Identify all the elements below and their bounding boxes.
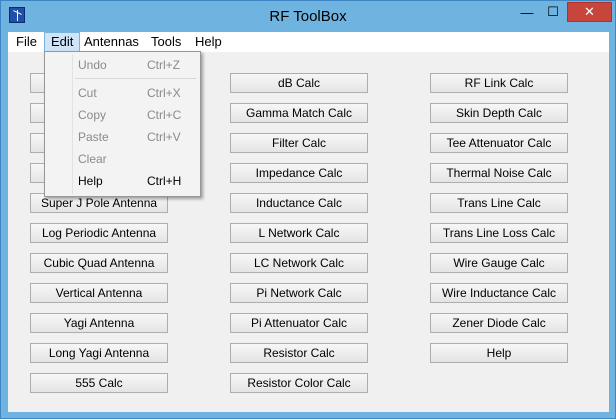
inductance-calc-button[interactable]: Inductance Calc	[230, 193, 368, 213]
tee-attenuator-calc-button[interactable]: Tee Attenuator Calc	[430, 133, 568, 153]
maximize-button[interactable]: ☐	[540, 2, 566, 22]
l-network-calc-button[interactable]: L Network Calc	[230, 223, 368, 243]
vertical-antenna-button[interactable]: Vertical Antenna	[30, 283, 168, 303]
menu-edit[interactable]: Edit	[44, 32, 81, 52]
long-yagi-antenna-button[interactable]: Long Yagi Antenna	[30, 343, 168, 363]
menu-antennas[interactable]: Antennas	[78, 32, 145, 52]
impedance-calc-button[interactable]: Impedance Calc	[230, 163, 368, 183]
filter-calc-button[interactable]: Filter Calc	[230, 133, 368, 153]
menu-separator	[75, 78, 196, 79]
pi-attenuator-calc-button[interactable]: Pi Attenuator Calc	[230, 313, 368, 333]
gamma-match-calc-button[interactable]: Gamma Match Calc	[230, 103, 368, 123]
db-calc-button[interactable]: dB Calc	[230, 73, 368, 93]
menu-item-copy[interactable]: Copy Ctrl+C	[47, 104, 198, 126]
yagi-antenna-button[interactable]: Yagi Antenna	[30, 313, 168, 333]
menu-item-cut[interactable]: Cut Ctrl+X	[47, 82, 198, 104]
thermal-noise-calc-button[interactable]: Thermal Noise Calc	[430, 163, 568, 183]
title-bar[interactable]: RF ToolBox — ☐ ✕	[1, 1, 615, 31]
skin-depth-calc-button[interactable]: Skin Depth Calc	[430, 103, 568, 123]
pi-network-calc-button[interactable]: Pi Network Calc	[230, 283, 368, 303]
resistor-color-calc-button[interactable]: Resistor Color Calc	[230, 373, 368, 393]
menu-item-clear[interactable]: Clear	[47, 148, 198, 170]
menu-help[interactable]: Help	[189, 32, 228, 52]
log-periodic-antenna-button[interactable]: Log Periodic Antenna	[30, 223, 168, 243]
555-calc-button[interactable]: 555 Calc	[30, 373, 168, 393]
wire-inductance-calc-button[interactable]: Wire Inductance Calc	[430, 283, 568, 303]
zener-diode-calc-button[interactable]: Zener Diode Calc	[430, 313, 568, 333]
trans-line-calc-button[interactable]: Trans Line Calc	[430, 193, 568, 213]
wire-gauge-calc-button[interactable]: Wire Gauge Calc	[430, 253, 568, 273]
trans-line-loss-calc-button[interactable]: Trans Line Loss Calc	[430, 223, 568, 243]
menu-item-help[interactable]: Help Ctrl+H	[47, 170, 198, 192]
rf-link-calc-button[interactable]: RF Link Calc	[430, 73, 568, 93]
menu-item-undo[interactable]: Undo Ctrl+Z	[47, 54, 198, 76]
lc-network-calc-button[interactable]: LC Network Calc	[230, 253, 368, 273]
help-button[interactable]: Help	[430, 343, 568, 363]
app-window: RF ToolBox — ☐ ✕ File Edit Antennas Tool…	[0, 0, 616, 419]
resistor-calc-button[interactable]: Resistor Calc	[230, 343, 368, 363]
menu-item-paste[interactable]: Paste Ctrl+V	[47, 126, 198, 148]
minimize-button[interactable]: —	[514, 2, 540, 22]
close-button[interactable]: ✕	[567, 2, 612, 22]
menu-tools[interactable]: Tools	[145, 32, 187, 52]
edit-dropdown-menu: Undo Ctrl+Z Cut Ctrl+X Copy Ctrl+C Paste…	[44, 51, 201, 197]
menu-file[interactable]: File	[10, 32, 43, 52]
menu-bar: File Edit Antennas Tools Help	[8, 32, 609, 52]
cubic-quad-antenna-button[interactable]: Cubic Quad Antenna	[30, 253, 168, 273]
